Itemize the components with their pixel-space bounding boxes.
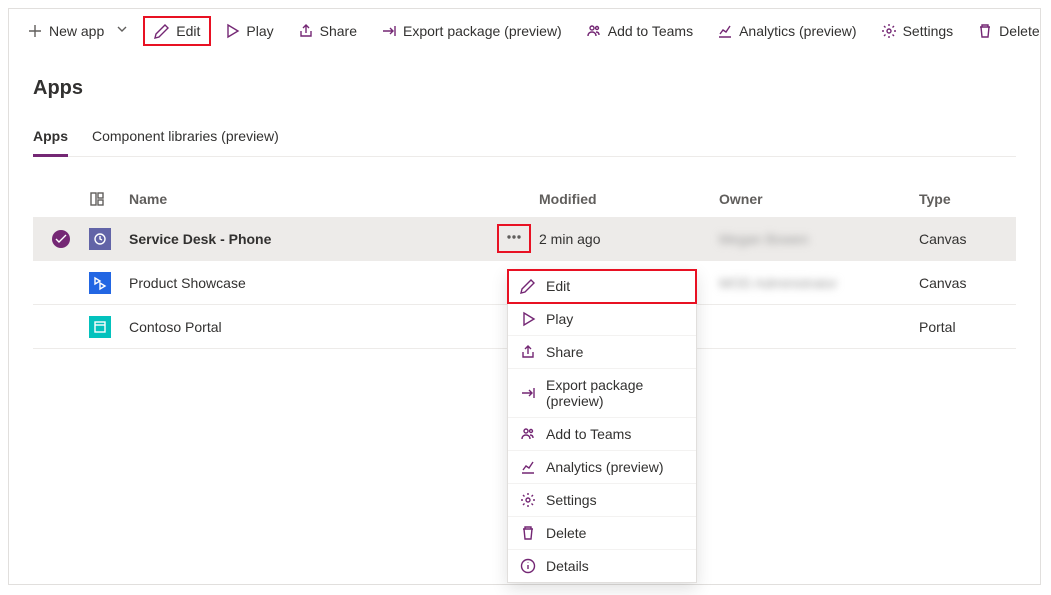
app-modified: 2 min ago bbox=[539, 231, 719, 247]
gear-icon bbox=[881, 23, 897, 39]
ctx-edit-label: Edit bbox=[546, 278, 570, 294]
view-options-icon[interactable] bbox=[89, 191, 129, 207]
ctx-details-label: Details bbox=[546, 558, 589, 574]
command-bar: New app Edit Play Share bbox=[9, 9, 1040, 53]
export-button[interactable]: Export package (preview) bbox=[371, 17, 572, 45]
column-modified[interactable]: Modified bbox=[539, 191, 719, 207]
ctx-share[interactable]: Share bbox=[508, 336, 696, 369]
grid-header: Name Modified Owner Type bbox=[33, 181, 1016, 217]
app-owner: Megan Bowen bbox=[719, 231, 919, 247]
new-app-button[interactable]: New app bbox=[17, 15, 140, 46]
more-actions-button[interactable] bbox=[498, 225, 530, 252]
ctx-edit[interactable]: Edit bbox=[508, 270, 696, 303]
app-icon bbox=[89, 228, 129, 250]
ctx-export-label: Export package (preview) bbox=[546, 377, 684, 409]
teams-icon bbox=[586, 23, 602, 39]
delete-label: Delete bbox=[999, 23, 1039, 39]
teams-icon bbox=[520, 426, 536, 442]
play-icon bbox=[520, 311, 536, 327]
analytics-button[interactable]: Analytics (preview) bbox=[707, 17, 866, 45]
export-icon bbox=[520, 385, 536, 401]
page-title: Apps bbox=[33, 77, 1016, 100]
ctx-analytics[interactable]: Analytics (preview) bbox=[508, 451, 696, 484]
app-name: Product Showcase bbox=[129, 275, 489, 291]
info-icon bbox=[520, 558, 536, 574]
share-icon bbox=[520, 344, 536, 360]
app-icon bbox=[89, 316, 129, 338]
context-menu: Edit Play Share Export package (preview)… bbox=[507, 269, 697, 583]
add-teams-button[interactable]: Add to Teams bbox=[576, 17, 703, 45]
column-owner[interactable]: Owner bbox=[719, 191, 919, 207]
app-frame: New app Edit Play Share bbox=[8, 8, 1041, 585]
share-label: Share bbox=[320, 23, 357, 39]
ctx-settings[interactable]: Settings bbox=[508, 484, 696, 517]
tabs: Apps Component libraries (preview) bbox=[33, 120, 1016, 157]
tab-apps[interactable]: Apps bbox=[33, 120, 68, 157]
ctx-settings-label: Settings bbox=[546, 492, 597, 508]
row-selector[interactable] bbox=[33, 230, 89, 248]
ctx-export[interactable]: Export package (preview) bbox=[508, 369, 696, 418]
analytics-label: Analytics (preview) bbox=[739, 23, 856, 39]
new-app-label: New app bbox=[49, 23, 104, 39]
export-label: Export package (preview) bbox=[403, 23, 562, 39]
pencil-icon bbox=[520, 278, 536, 294]
trash-icon bbox=[977, 23, 993, 39]
play-label: Play bbox=[246, 23, 273, 39]
column-type[interactable]: Type bbox=[919, 191, 1016, 207]
ctx-share-label: Share bbox=[546, 344, 583, 360]
tab-component-libraries[interactable]: Component libraries (preview) bbox=[92, 120, 279, 156]
app-owner: MOD Administrator bbox=[719, 275, 919, 291]
share-icon bbox=[298, 23, 314, 39]
column-name[interactable]: Name bbox=[129, 191, 489, 207]
ctx-add-teams[interactable]: Add to Teams bbox=[508, 418, 696, 451]
gear-icon bbox=[520, 492, 536, 508]
chevron-down-icon bbox=[114, 21, 130, 40]
settings-label: Settings bbox=[903, 23, 954, 39]
check-icon bbox=[52, 230, 70, 248]
edit-label: Edit bbox=[176, 23, 200, 39]
app-name: Contoso Portal bbox=[129, 319, 489, 335]
app-type: Canvas bbox=[919, 275, 1016, 291]
share-button[interactable]: Share bbox=[288, 17, 367, 45]
ctx-details[interactable]: Details bbox=[508, 550, 696, 582]
analytics-icon bbox=[520, 459, 536, 475]
analytics-icon bbox=[717, 23, 733, 39]
export-icon bbox=[381, 23, 397, 39]
settings-button[interactable]: Settings bbox=[871, 17, 964, 45]
trash-icon bbox=[520, 525, 536, 541]
table-row[interactable]: Service Desk - Phone 2 min ago Megan Bow… bbox=[33, 217, 1016, 261]
add-teams-label: Add to Teams bbox=[608, 23, 693, 39]
ctx-play[interactable]: Play bbox=[508, 303, 696, 336]
plus-icon bbox=[27, 23, 43, 39]
pencil-icon bbox=[154, 23, 170, 39]
app-icon bbox=[89, 272, 129, 294]
ctx-delete[interactable]: Delete bbox=[508, 517, 696, 550]
app-name: Service Desk - Phone bbox=[129, 231, 489, 247]
app-type: Portal bbox=[919, 319, 1016, 335]
delete-button[interactable]: Delete bbox=[967, 17, 1049, 45]
ctx-analytics-label: Analytics (preview) bbox=[546, 459, 663, 475]
ctx-play-label: Play bbox=[546, 311, 573, 327]
play-button[interactable]: Play bbox=[214, 17, 283, 45]
app-type: Canvas bbox=[919, 231, 1016, 247]
play-icon bbox=[224, 23, 240, 39]
ctx-delete-label: Delete bbox=[546, 525, 586, 541]
edit-button[interactable]: Edit bbox=[144, 17, 210, 45]
ctx-add-teams-label: Add to Teams bbox=[546, 426, 631, 442]
